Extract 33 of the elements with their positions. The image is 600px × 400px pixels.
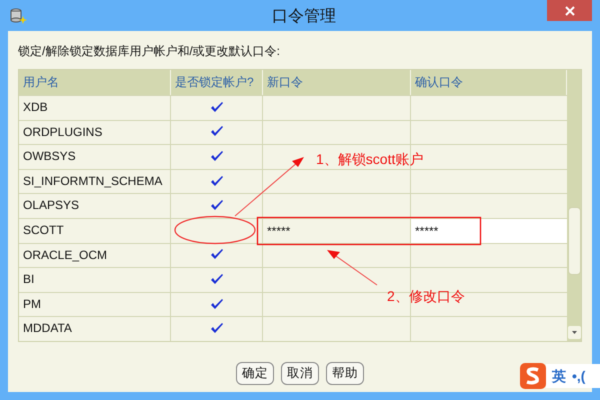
database-icon xyxy=(9,6,27,24)
table-cell: XDB xyxy=(19,96,171,120)
table-cell: PM xyxy=(19,292,171,316)
table-cell: MDDATA xyxy=(19,317,171,342)
password-text[interactable]: ***** xyxy=(415,224,438,238)
table-cell: OLAPSYS xyxy=(19,194,171,218)
table-cell: OWBSYS xyxy=(19,145,171,169)
close-icon xyxy=(564,6,574,16)
annotation-arrow xyxy=(234,157,304,216)
window-title: 口令管理 xyxy=(272,7,336,27)
instruction-text: 锁定/解除锁定数据库用户帐户和/或更改默认口令: xyxy=(18,43,282,59)
ime-logo-icon[interactable] xyxy=(520,363,546,389)
scroll-down-icon[interactable] xyxy=(568,326,581,339)
ime-punctuation[interactable]: •,( xyxy=(572,366,586,386)
annotation-text: 1、解锁scott账户 xyxy=(316,150,424,169)
column-header[interactable]: 用户名 xyxy=(19,70,171,95)
ime-mode[interactable]: 英 xyxy=(552,366,566,386)
scrollbar[interactable] xyxy=(567,70,581,341)
table-cell: SCOTT xyxy=(19,218,171,243)
dialog-button[interactable]: 取消 xyxy=(281,362,319,385)
annotation-text: 2、修改口令 xyxy=(387,287,465,306)
table-cell: ORDPLUGINS xyxy=(19,120,171,144)
dialog-button[interactable]: 帮助 xyxy=(326,362,364,385)
column-header[interactable]: 新口令 xyxy=(263,70,411,95)
scroll-thumb[interactable] xyxy=(568,207,581,275)
table-cell: ORACLE_OCM xyxy=(19,244,171,268)
password-text[interactable]: ***** xyxy=(267,224,290,238)
dialog-button[interactable]: 确定 xyxy=(236,362,274,385)
table-cell: BI xyxy=(19,268,171,292)
table-cell: SI_INFORMTN_SCHEMA xyxy=(19,170,171,194)
annotation-arrow xyxy=(327,250,378,286)
column-header[interactable]: 是否锁定帐户? xyxy=(171,70,263,95)
close-button[interactable] xyxy=(547,0,592,21)
